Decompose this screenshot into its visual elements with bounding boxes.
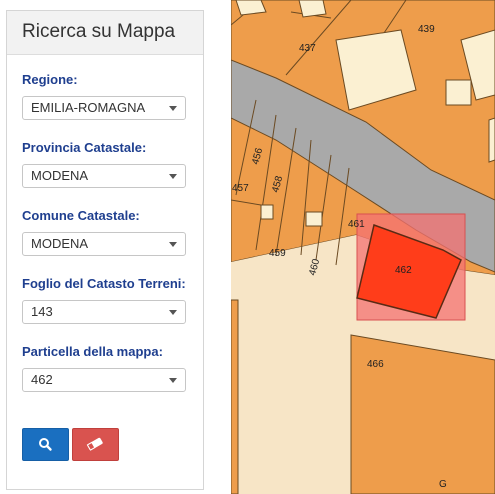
- parcel-label-462: 462: [395, 265, 412, 276]
- provincia-value: MODENA: [31, 168, 89, 183]
- particella-field: Particella della mappa: 462: [22, 344, 186, 392]
- parcel-label-437: 437: [299, 43, 316, 54]
- provincia-select[interactable]: MODENA: [22, 164, 186, 188]
- chevron-down-icon: [169, 242, 177, 247]
- comune-value: MODENA: [31, 236, 89, 251]
- foglio-value: 143: [31, 304, 53, 319]
- cadastral-map[interactable]: 437 439 456 457 458 459 460 461 462 466 …: [231, 0, 495, 494]
- map-canvas[interactable]: 437 439 456 457 458 459 460 461 462 466 …: [231, 0, 495, 494]
- regione-field: Regione: EMILIA-ROMAGNA: [22, 72, 186, 120]
- parcel-label-461: 461: [348, 219, 365, 230]
- foglio-label: Foglio del Catasto Terreni:: [22, 276, 186, 291]
- search-panel: Ricerca su Mappa Regione: EMILIA-ROMAGNA…: [6, 10, 204, 490]
- chevron-down-icon: [169, 174, 177, 179]
- regione-select[interactable]: EMILIA-ROMAGNA: [22, 96, 186, 120]
- regione-label: Regione:: [22, 72, 78, 87]
- parcel-label-466: 466: [367, 359, 384, 370]
- comune-select[interactable]: MODENA: [22, 232, 186, 256]
- parcel-left-strip: [231, 299, 239, 494]
- search-button[interactable]: [22, 428, 69, 461]
- comune-label: Comune Catastale:: [22, 208, 140, 223]
- clear-button[interactable]: [72, 428, 119, 461]
- provincia-field: Provincia Catastale: MODENA: [22, 140, 186, 188]
- provincia-label: Provincia Catastale:: [22, 140, 147, 155]
- regione-value: EMILIA-ROMAGNA: [31, 100, 146, 115]
- parcel-label-459: 459: [269, 248, 286, 259]
- comune-field: Comune Catastale: MODENA: [22, 208, 186, 256]
- particella-select[interactable]: 462: [22, 368, 186, 392]
- particella-value: 462: [31, 372, 53, 387]
- particella-label: Particella della mappa:: [22, 344, 163, 359]
- chevron-down-icon: [169, 310, 177, 315]
- eraser-icon: [86, 437, 103, 451]
- foglio-select[interactable]: 143: [22, 300, 186, 324]
- chevron-down-icon: [169, 106, 177, 111]
- chevron-down-icon: [169, 378, 177, 383]
- panel-title: Ricerca su Mappa: [7, 11, 203, 55]
- parcel-label-g: G: [439, 479, 447, 490]
- foglio-field: Foglio del Catasto Terreni: 143: [22, 276, 186, 324]
- parcel-label-457: 457: [232, 183, 249, 194]
- parcel-label-439: 439: [418, 24, 435, 35]
- search-icon: [39, 438, 52, 451]
